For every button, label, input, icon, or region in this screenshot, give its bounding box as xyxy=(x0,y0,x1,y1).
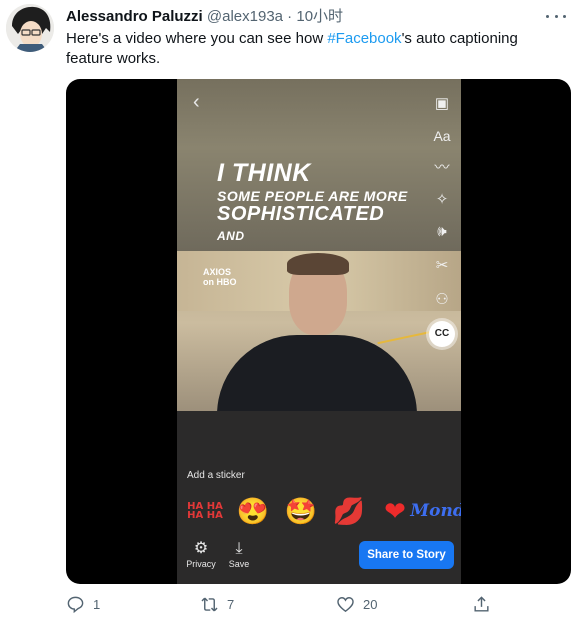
sticker-mondo[interactable]: Monda xyxy=(410,491,461,531)
reply-button[interactable]: 1 xyxy=(66,595,100,614)
axios-logo: AXIOS on HBO xyxy=(203,267,237,287)
tweet-text: Here's a video where you can see how #Fa… xyxy=(66,29,566,69)
download-icon: ⤓ xyxy=(235,540,243,557)
privacy-button[interactable]: ⚙ Privacy xyxy=(181,539,221,569)
sticker-icon[interactable]: ▣ xyxy=(429,91,455,117)
effects-icon[interactable]: ✧ xyxy=(429,187,455,213)
person-hair xyxy=(287,253,349,275)
tweet-actions: 1 7 20 xyxy=(66,595,496,617)
avatar[interactable] xyxy=(6,4,54,52)
sticker-panel: Add a sticker HA HA HA HA 😍 🤩 💋 ❤ Monda … xyxy=(177,411,461,584)
tweet-header: Alessandro Paluzzi @alex193a · 10小时 xyxy=(66,5,343,26)
tweet-time[interactable]: 10小时 xyxy=(296,8,343,25)
sticker-star-guy-icon[interactable]: 🤩 xyxy=(281,491,321,531)
caption-line-2: SOME PEOPLE ARE MORE xyxy=(217,188,408,204)
save-label: Save xyxy=(228,559,250,569)
logo-top-text: AXIOS xyxy=(203,267,232,277)
share-icon xyxy=(474,596,489,612)
reply-icon xyxy=(67,596,84,614)
retweet-button[interactable]: 7 xyxy=(200,595,234,614)
avatar-illustration-icon xyxy=(6,4,54,52)
save-button[interactable]: ⤓ Save xyxy=(219,539,259,569)
person-shirt xyxy=(217,335,417,411)
retweet-icon xyxy=(201,597,218,612)
share-button[interactable] xyxy=(472,595,491,614)
heart-icon xyxy=(337,597,354,613)
sticker-haha-text: HA HA HA HA xyxy=(187,501,223,521)
author-name[interactable]: Alessandro Paluzzi xyxy=(66,8,203,25)
hashtag-link[interactable]: #Facebook xyxy=(327,30,401,47)
text-icon[interactable]: Aa xyxy=(429,123,455,149)
logo-bottom-text: on HBO xyxy=(203,277,237,287)
separator: · xyxy=(283,8,297,25)
like-button[interactable]: 20 xyxy=(336,595,377,614)
sticker-heart-icon[interactable]: ❤ xyxy=(375,491,415,531)
tweet-text-start: Here's a video where you can see how xyxy=(66,30,328,47)
privacy-label: Privacy xyxy=(186,559,216,569)
gear-icon: ⚙ xyxy=(193,540,209,557)
more-options-icon[interactable] xyxy=(546,8,566,24)
caption-line-3: SOPHISTICATED xyxy=(217,203,385,225)
retweet-count: 7 xyxy=(227,597,235,612)
sticker-haha[interactable]: HA HA HA HA xyxy=(185,491,225,531)
video-player[interactable]: ‹ I THINK SOME PEOPLE ARE MORE SOPHISTIC… xyxy=(66,79,571,584)
back-chevron-icon[interactable]: ‹ xyxy=(193,91,200,114)
sticker-label: Add a sticker xyxy=(187,470,245,481)
caption-line-1: I THINK xyxy=(217,159,311,187)
captions-icon[interactable]: CC xyxy=(429,321,455,347)
caption-highlight-line xyxy=(377,329,437,345)
phone-screen: ‹ I THINK SOME PEOPLE ARE MORE SOPHISTIC… xyxy=(177,79,461,584)
tag-person-icon[interactable]: ⚇ xyxy=(429,287,455,313)
video-frame: AXIOS on HBO xyxy=(177,251,461,411)
like-count: 20 xyxy=(363,597,378,612)
draw-icon[interactable]: 〰 xyxy=(429,155,455,181)
cut-icon[interactable]: ✂ xyxy=(429,253,455,279)
caption-line-4: AND xyxy=(217,229,245,243)
sticker-kiss-icon[interactable]: 💋 xyxy=(329,491,369,531)
volume-icon[interactable]: 🕪 xyxy=(429,219,455,245)
share-to-story-button[interactable]: Share to Story xyxy=(359,541,454,569)
author-handle[interactable]: @alex193a xyxy=(207,8,283,25)
reply-count: 1 xyxy=(93,597,101,612)
sticker-heart-eyes-icon[interactable]: 😍 xyxy=(233,491,273,531)
